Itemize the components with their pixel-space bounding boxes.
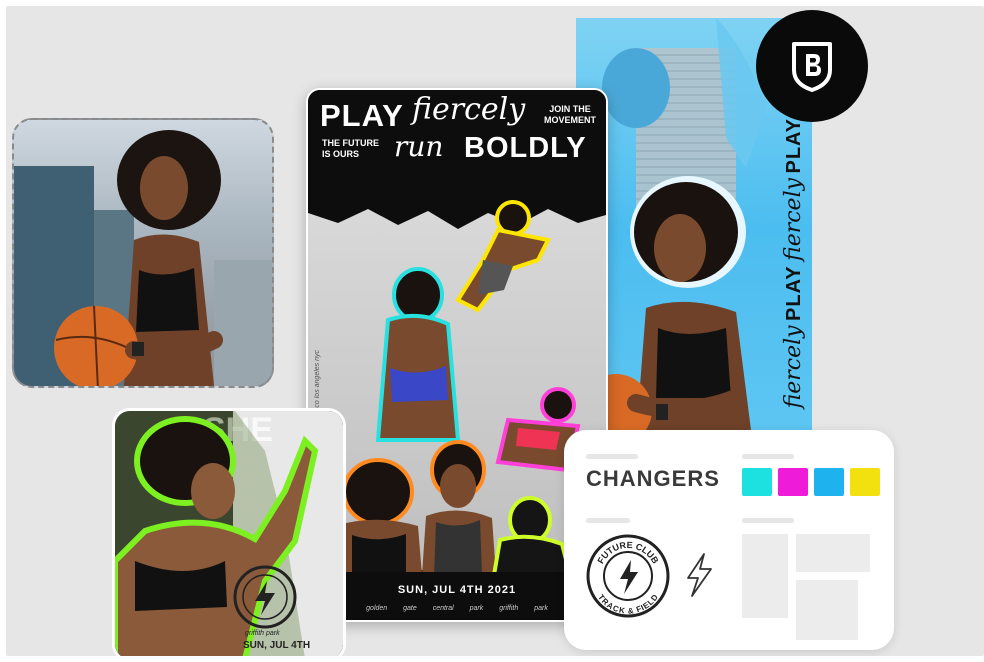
color-swatch-yellow[interactable] <box>850 468 880 496</box>
woman-photo <box>115 411 319 656</box>
poster-join-line2: MOVEMENT <box>543 115 596 125</box>
photo-card-woman-basketball[interactable] <box>12 118 274 388</box>
poster-future-line2: IS OURS <box>322 149 360 159</box>
blue-poster-play: PLAY <box>783 265 805 321</box>
layout-placeholder[interactable] <box>742 534 788 618</box>
layout-placeholder[interactable] <box>796 534 870 572</box>
layout-placeholder[interactable] <box>796 580 858 640</box>
lightning-bolt-icon[interactable] <box>684 552 714 598</box>
brand-b-shield-icon[interactable] <box>756 10 868 122</box>
poster-fiercely-text: fiercely <box>412 92 526 127</box>
color-swatch-magenta[interactable] <box>778 468 808 496</box>
poster-date: SUN, JUL 4TH 2021 <box>397 584 517 596</box>
color-swatch-blue[interactable] <box>814 468 844 496</box>
poster-play-text: PLAY <box>320 98 404 133</box>
blue-poster-vertical-text: fiercely PLAY fiercely PLAY <box>781 118 806 408</box>
future-club-badge-icon[interactable]: FUTURE CLUB TRACK & FIELD <box>586 534 670 618</box>
label-placeholder <box>742 518 794 523</box>
poster-run-text: run <box>394 130 444 163</box>
poster-join-text: JOIN THE MOVEMENT <box>542 104 598 126</box>
label-placeholder <box>586 454 638 459</box>
poster-join-line1: JOIN THE <box>549 104 591 114</box>
blue-poster-fiercely: fiercely <box>781 325 806 409</box>
poster-future-text: THE FUTURE IS OURS <box>322 138 379 160</box>
color-swatch-cyan[interactable] <box>742 468 772 496</box>
label-placeholder <box>586 518 630 523</box>
b-shield-glyph <box>792 42 832 92</box>
poster-locations: golden gate central park griffith park <box>366 605 548 612</box>
woman-photo <box>54 130 223 386</box>
blue-poster-fiercely: fiercely <box>781 177 806 261</box>
green-poster-date: SUN, JUL 4TH <box>243 640 311 651</box>
green-poster-card[interactable]: SHE griffith park SUN, JUL 4TH <box>112 408 346 656</box>
collage-canvas: fiercely PLAY fiercely PLAY PLAY fiercel… <box>6 6 984 656</box>
athletes-collage <box>334 200 581 575</box>
brand-kit-panel[interactable]: CHANGERS FUTURE CLUB TRACK & FIELD <box>564 430 894 650</box>
poster-boldly-text: BOLDLY <box>464 132 587 164</box>
blue-poster-play: PLAY <box>783 118 805 174</box>
center-poster-card[interactable]: PLAY fiercely JOIN THE MOVEMENT THE FUTU… <box>306 88 608 622</box>
brand-name-text: CHANGERS <box>586 466 720 491</box>
green-poster-subtitle: griffith park <box>245 630 280 637</box>
poster-future-line1: THE FUTURE <box>322 138 379 148</box>
label-placeholder <box>742 454 794 459</box>
poster-footer <box>308 572 606 620</box>
